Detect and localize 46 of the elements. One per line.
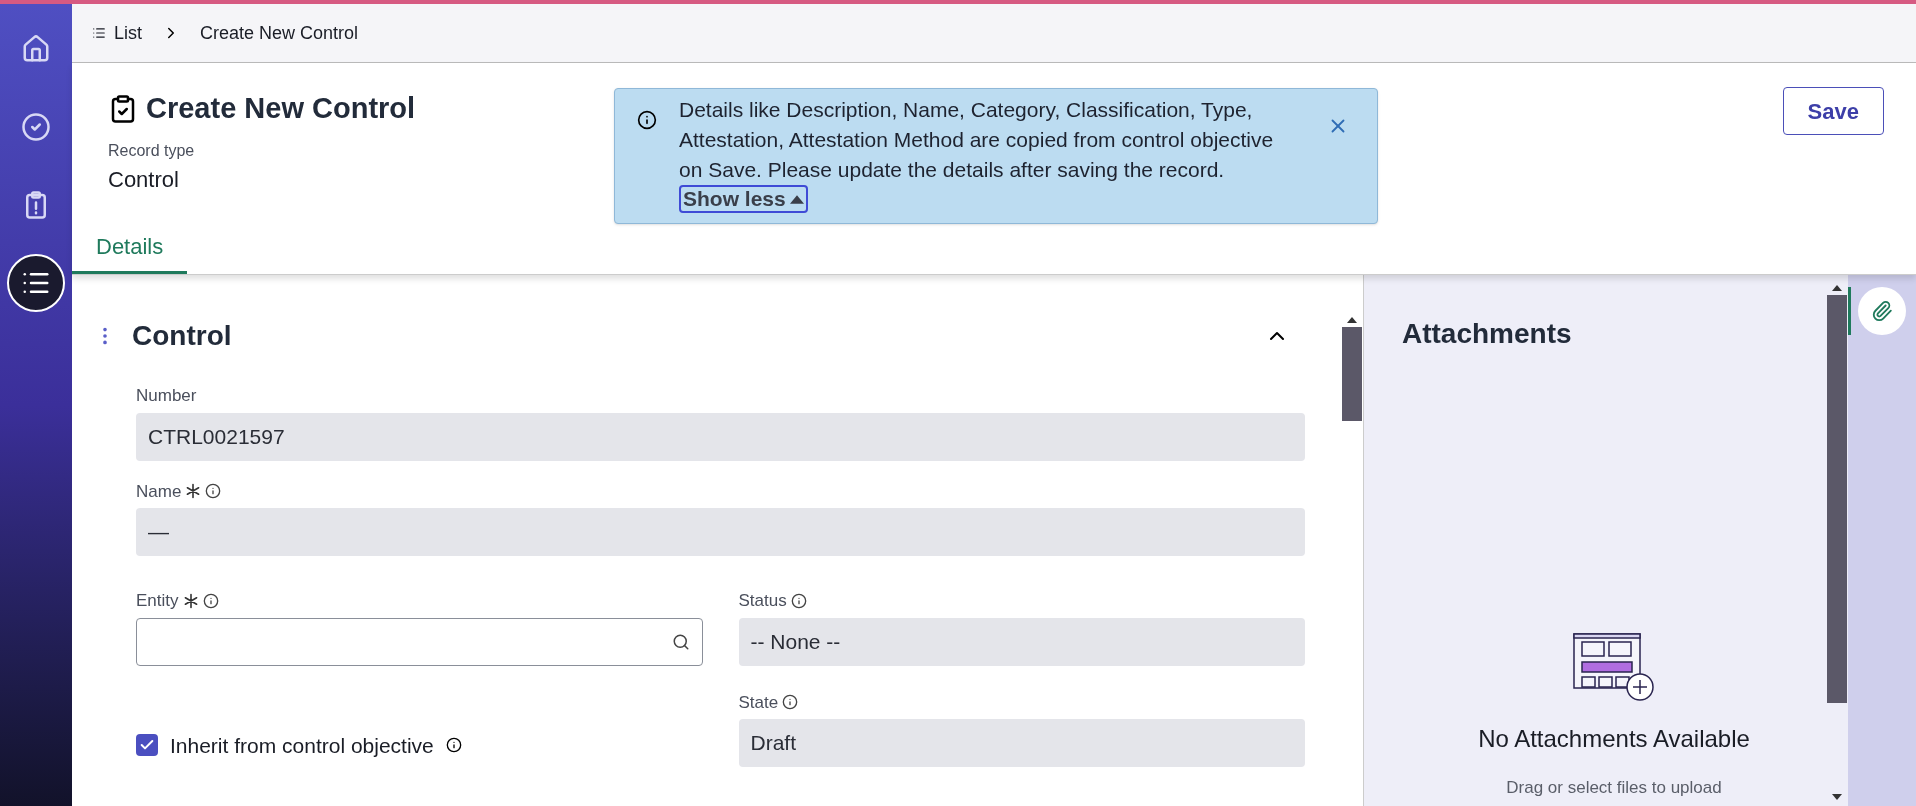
info-icon bbox=[205, 483, 222, 500]
field-label: Name bbox=[136, 480, 182, 503]
breadcrumb-link[interactable]: List bbox=[92, 19, 142, 47]
record-type-label: Record type bbox=[108, 140, 196, 161]
save-button[interactable]: Save bbox=[1782, 87, 1884, 135]
page-title: Create New Control bbox=[146, 91, 416, 126]
paperclip-icon bbox=[1871, 300, 1893, 322]
info-icon bbox=[637, 110, 657, 130]
check-circle-icon bbox=[21, 112, 51, 142]
scrollbar-thumb[interactable] bbox=[1342, 327, 1362, 421]
info-icon bbox=[790, 592, 807, 609]
readonly-field: Draft bbox=[738, 719, 1305, 767]
required-asterisk-icon bbox=[182, 592, 199, 609]
field-label: Number bbox=[136, 385, 197, 407]
checkbox[interactable] bbox=[136, 734, 158, 757]
search-field[interactable] bbox=[136, 617, 703, 666]
empty-state-title: No Attachments Available bbox=[1478, 723, 1750, 754]
attachment-button[interactable] bbox=[1858, 287, 1906, 335]
info-icon bbox=[782, 694, 799, 711]
home-icon bbox=[21, 34, 51, 64]
search-icon bbox=[671, 632, 690, 651]
required-asterisk-icon bbox=[185, 483, 202, 500]
section-title: Control bbox=[132, 319, 233, 353]
readonly-field: -- None -- bbox=[738, 617, 1305, 666]
field-label: State bbox=[738, 691, 779, 714]
record-type-value: Control bbox=[108, 165, 180, 194]
field-label: Status bbox=[738, 590, 787, 612]
scroll-up-icon bbox=[1347, 317, 1357, 323]
list-icon bbox=[92, 26, 106, 40]
show-less-link[interactable]: Show less bbox=[679, 185, 808, 213]
readonly-field: — bbox=[136, 508, 1305, 556]
tab[interactable]: Details bbox=[72, 230, 188, 274]
scroll-down-icon bbox=[1832, 794, 1842, 800]
scroll-up-icon bbox=[1832, 285, 1842, 291]
nav-item[interactable] bbox=[7, 254, 65, 312]
scrollbar-thumb[interactable] bbox=[1827, 295, 1847, 703]
info-icon bbox=[445, 737, 462, 754]
caret-up-icon bbox=[789, 194, 804, 204]
attachments-title: Attachments bbox=[1402, 317, 1573, 351]
field-label: Entity bbox=[136, 590, 179, 612]
info-icon bbox=[202, 592, 219, 609]
readonly-field: CTRL0021597 bbox=[136, 412, 1305, 461]
empty-state-hint: Drag or select files to upload bbox=[1506, 776, 1722, 799]
notification-message: Details like Description, Name, Category, Classification, Type, Attestation, Attestation Method are copied from control objective on Save. Please update the details after saving the record. bbox=[679, 97, 1275, 183]
breadcrumb-link[interactable]: Create New Control bbox=[200, 19, 359, 47]
checkbox-label: Inherit from control objective bbox=[170, 732, 434, 759]
